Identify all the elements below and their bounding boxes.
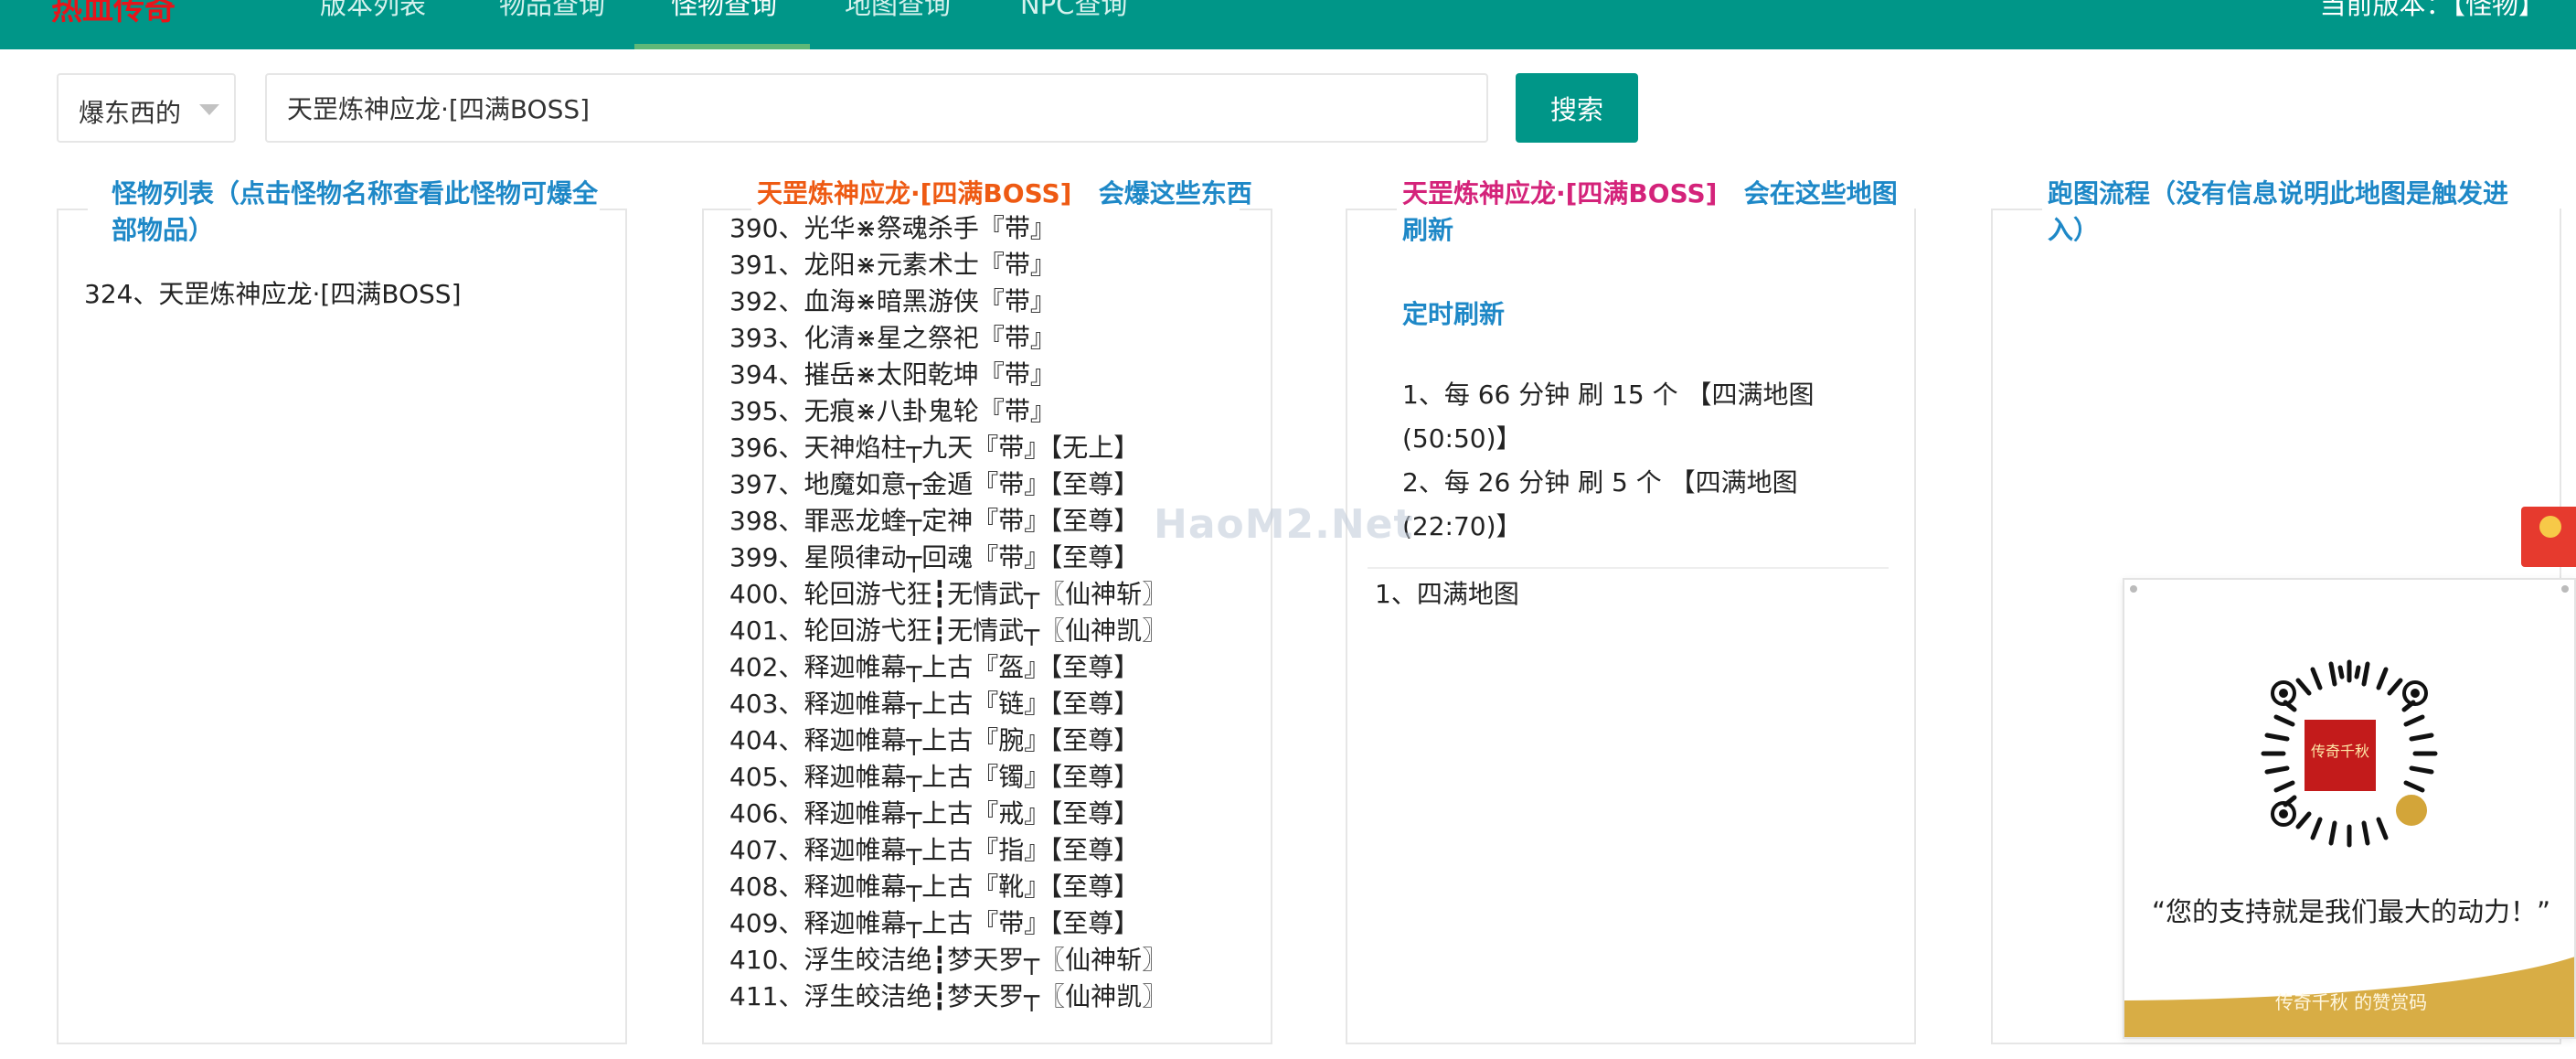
panel-border-right — [600, 209, 627, 210]
coin-icon — [2539, 516, 2561, 538]
timed-refresh-line: (22:70)】 — [1402, 511, 1522, 541]
drop-item[interactable]: 403、释迦帷幕┬上古『链』【至尊】 — [729, 686, 1139, 722]
drop-item[interactable]: 409、释迦帷幕┬上古『带』【至尊】 — [729, 905, 1139, 942]
nav-active-indicator — [634, 44, 810, 49]
watermark: HaoM2.Net — [1154, 501, 1414, 548]
drop-item[interactable]: 397、地魔如意┬金遁『带』【至尊】 — [729, 466, 1139, 503]
drop-item[interactable]: 402、释迦帷幕┬上古『盔』【至尊】 — [729, 649, 1139, 686]
drop-list-monster-name: 天罡炼神应龙·[四满BOSS] — [757, 178, 1072, 209]
red-envelope-tab[interactable] — [2521, 507, 2576, 567]
nav-item-versions[interactable]: 版本列表 — [320, 0, 426, 22]
nav-item-monsters[interactable]: 怪物查询 — [671, 0, 777, 22]
drop-item[interactable]: 399、星陨律动┬回魂『带』【至尊】 — [729, 540, 1139, 576]
map-list-title: 天罡炼神应龙·[四满BOSS] 会在这些地图 — [1402, 176, 1898, 212]
timed-refresh-line: 1、每 66 分钟 刷 15 个 【四满地图 — [1402, 380, 1815, 410]
donate-quote: “您的支持就是我们最大的动力！” — [2151, 896, 2551, 927]
map-list-title-suffix: 会在这些地图 — [1743, 178, 1898, 209]
monster-list-panel — [57, 209, 627, 1044]
drop-item[interactable]: 411、浮生皎洁绝┇梦天罗┬〖仙神凯〗 — [729, 979, 1167, 1015]
divider — [1368, 567, 1889, 569]
qr-logo-text: 传奇千秋 — [2310, 743, 2369, 760]
drop-item[interactable]: 394、摧岳⋇太阳乾坤『带』 — [729, 357, 1056, 393]
drop-item[interactable]: 392、血海⋇暗黑游侠『带』 — [729, 283, 1056, 320]
drop-item[interactable]: 393、化清⋇星之祭祀『带』 — [729, 320, 1056, 357]
drop-item[interactable]: 405、释迦帷幕┬上古『镯』【至尊】 — [729, 759, 1139, 796]
monster-list-item[interactable]: 324、天罡炼神应龙·[四满BOSS] — [84, 276, 462, 313]
drop-list-title: 天罡炼神应龙·[四满BOSS] 会爆这些东西 — [757, 176, 1252, 212]
drop-item[interactable]: 390、光华⋇祭魂杀手『带』 — [729, 210, 1056, 247]
search-input[interactable] — [265, 73, 1488, 143]
map-list-panel — [1346, 209, 1916, 1044]
current-version[interactable]: 当前版本：【怪物】 — [2319, 0, 2545, 22]
drop-item[interactable]: 406、释迦帷幕┬上古『戒』【至尊】 — [729, 796, 1139, 832]
donate-card: 传奇千秋 “您的支持就是我们最大的动力！” 传奇千秋 的赞赏码 — [2123, 578, 2576, 1039]
drop-item[interactable]: 395、无痕⋇八卦鬼轮『带』 — [729, 393, 1056, 430]
corner-dot — [2561, 585, 2569, 593]
drop-item[interactable]: 401、轮回游弋狂┇无情武┬〖仙神凯〗 — [729, 613, 1167, 649]
nav-item-maps[interactable]: 地图查询 — [845, 0, 951, 22]
map-list-item[interactable]: 1、四满地图 — [1375, 576, 1519, 613]
timed-refresh-label: 定时刷新 — [1402, 299, 1506, 329]
search-button[interactable]: 搜索 — [1516, 73, 1638, 143]
timed-refresh-line: (50:50)】 — [1402, 423, 1522, 454]
map-list-title-cont: 刷新 — [1402, 215, 1454, 245]
search-type-value: 爆东西的 — [79, 98, 182, 128]
donate-footer-text: 传奇千秋 的赞赏码 — [2274, 991, 2428, 1013]
map-list-monster-name: 天罡炼神应龙·[四满BOSS] — [1402, 178, 1718, 209]
drop-item[interactable]: 407、释迦帷幕┬上古『指』【至尊】 — [729, 832, 1139, 869]
thumbs-up-icon — [2393, 792, 2430, 829]
panel-border-left — [57, 209, 88, 210]
nav-item-npc[interactable]: NPC查询 — [1020, 0, 1127, 22]
drop-item[interactable]: 391、龙阳⋇元素术士『带』 — [729, 247, 1056, 283]
panel-border-left — [1346, 209, 1397, 210]
drop-list-title-suffix: 会爆这些东西 — [1098, 178, 1252, 209]
monster-list-title: 怪物列表（点击怪物名称查看此怪物可爆全 — [112, 178, 599, 209]
search-type-select[interactable]: 爆东西的 — [57, 73, 236, 143]
drop-item[interactable]: 408、释迦帷幕┬上古『靴』【至尊】 — [729, 869, 1139, 905]
drop-item[interactable]: 396、天神焰柱┬九天『带』【无上】 — [729, 430, 1139, 466]
chevron-down-icon — [199, 104, 219, 115]
timed-refresh-line: 2、每 26 分钟 刷 5 个 【四满地图 — [1402, 467, 1798, 497]
panel-border-left — [1991, 209, 2042, 210]
route-title: 跑图流程（没有信息说明此地图是触发进 — [2048, 178, 2509, 209]
monster-list-title-cont: 部物品） — [112, 215, 215, 245]
drop-item[interactable]: 410、浮生皎洁绝┇梦天罗┬〖仙神斩〗 — [729, 942, 1167, 979]
drop-item[interactable]: 404、释迦帷幕┬上古『腕』【至尊】 — [729, 722, 1139, 759]
brand-logo[interactable]: 热血传奇 — [51, 0, 176, 28]
corner-dot — [2130, 585, 2137, 593]
top-nav-bar: 热血传奇 版本列表 物品查询 怪物查询 地图查询 NPC查询 当前版本：【怪物】 — [0, 0, 2576, 49]
drop-item[interactable]: 400、轮回游弋狂┇无情武┬〖仙神斩〗 — [729, 576, 1167, 613]
drop-item[interactable]: 398、罪恶龙蝰┬定神『带』【至尊】 — [729, 503, 1139, 540]
route-title-cont: 入） — [2048, 215, 2100, 245]
nav-item-items[interactable]: 物品查询 — [499, 0, 605, 22]
